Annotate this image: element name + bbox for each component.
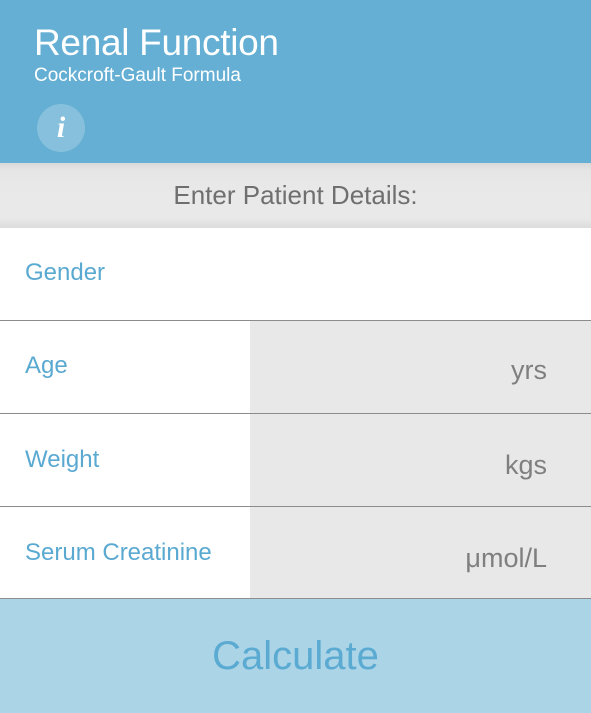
serum-creatinine-input[interactable]: μmol/L <box>250 507 591 598</box>
age-row: Age yrs <box>0 321 591 414</box>
page-subtitle: Cockcroft-Gault Formula <box>34 65 241 86</box>
serum-creatinine-row: Serum Creatinine μmol/L <box>0 507 591 599</box>
age-unit: yrs <box>511 355 547 385</box>
age-label: Age <box>25 352 68 379</box>
section-title: Enter Patient Details: <box>173 180 418 210</box>
weight-label: Weight <box>25 446 100 473</box>
info-icon: i <box>56 111 66 144</box>
page-title: Renal Function <box>34 22 279 63</box>
weight-input[interactable]: kgs <box>250 414 591 506</box>
info-button[interactable]: i <box>37 104 85 152</box>
weight-unit: kgs <box>504 450 547 480</box>
age-input[interactable]: yrs <box>250 321 591 413</box>
header: Renal Function Cockcroft-Gault Formula i <box>0 0 591 163</box>
calculate-button[interactable]: Calculate <box>0 599 591 713</box>
calculate-label: Calculate <box>212 633 379 678</box>
gender-row[interactable]: Gender <box>0 228 591 321</box>
serum-creatinine-label: Serum Creatinine <box>25 539 212 566</box>
serum-creatinine-unit: μmol/L <box>465 543 547 573</box>
section-header: Enter Patient Details: <box>0 163 591 228</box>
weight-row: Weight kgs <box>0 414 591 507</box>
gender-label: Gender <box>25 259 106 286</box>
app-screen: Renal Function Cockcroft-Gault Formula i… <box>0 0 591 713</box>
